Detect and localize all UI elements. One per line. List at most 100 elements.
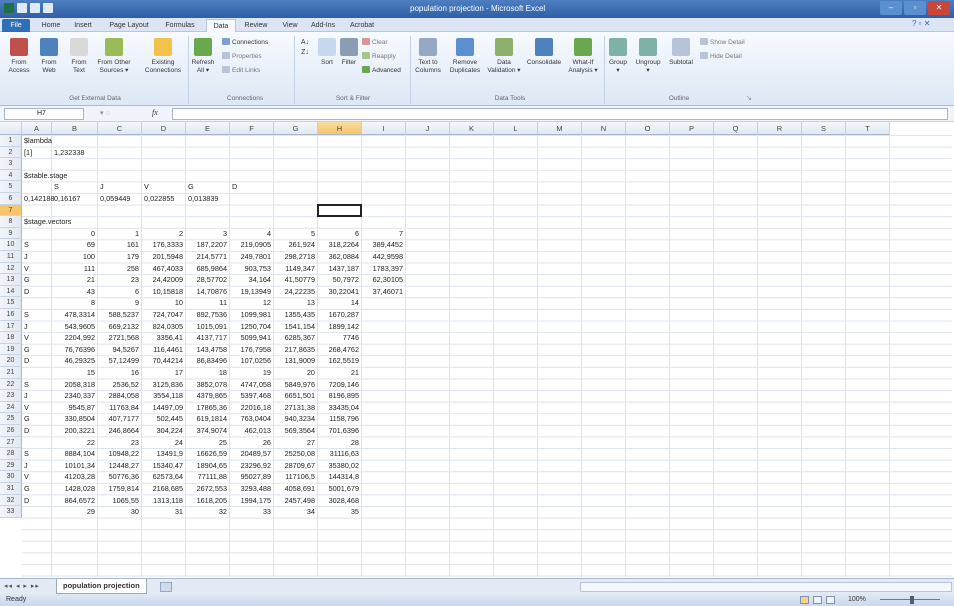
cell-b25[interactable]: 330,8504	[52, 413, 95, 425]
cell-d6[interactable]: 0,022855	[144, 193, 174, 205]
cell-e32[interactable]: 1618,205	[186, 495, 227, 507]
connections-button[interactable]: Connections	[222, 38, 268, 46]
cell-f15[interactable]: 12	[230, 297, 271, 309]
cell-e22[interactable]: 3852,078	[186, 379, 227, 391]
cell-b26[interactable]: 200,3221	[52, 425, 95, 437]
cell-i11[interactable]: 442,9598	[362, 251, 403, 263]
cell-c29[interactable]: 12448,27	[98, 460, 139, 472]
row-header-23[interactable]: 23	[0, 390, 22, 402]
cell-f29[interactable]: 23296,92	[230, 460, 271, 472]
cell-f26[interactable]: 462,013	[230, 425, 271, 437]
text-to-columns-button[interactable]: Text to Columns	[412, 38, 444, 75]
cell-a8[interactable]: $stage.vectors	[24, 216, 71, 228]
insert-function-icon[interactable]: fx	[152, 108, 158, 117]
cell-f10[interactable]: 219,0905	[230, 239, 271, 251]
cell-c19[interactable]: 94,5267	[98, 344, 139, 356]
cell-g18[interactable]: 6285,367	[274, 332, 315, 344]
cell-d25[interactable]: 502,445	[142, 413, 183, 425]
cell-h31[interactable]: 5001,679	[318, 483, 359, 495]
tab-view[interactable]: View	[276, 19, 304, 32]
group-button[interactable]: Group ▾	[606, 38, 630, 75]
cell-c28[interactable]: 10948,22	[98, 448, 139, 460]
cell-b22[interactable]: 2058,318	[52, 379, 95, 391]
cell-i13[interactable]: 62,30105	[362, 274, 403, 286]
row-header-21[interactable]: 21	[0, 367, 22, 379]
cell-b32[interactable]: 864,6572	[52, 495, 95, 507]
row-header-15[interactable]: 15	[0, 297, 22, 309]
cell-b28[interactable]: 8884,104	[52, 448, 95, 460]
column-header-m[interactable]: M	[538, 122, 582, 135]
cell-d21[interactable]: 17	[142, 367, 183, 379]
undo-icon[interactable]	[30, 3, 40, 13]
column-header-f[interactable]: F	[230, 122, 274, 135]
cell-d26[interactable]: 304,224	[142, 425, 183, 437]
cell-g26[interactable]: 569,3564	[274, 425, 315, 437]
cell-d29[interactable]: 15340,47	[142, 460, 183, 472]
cell-c14[interactable]: 6	[98, 286, 139, 298]
reapply-button[interactable]: Reapply	[362, 52, 396, 60]
cell-c32[interactable]: 1065,55	[98, 495, 139, 507]
data-validation-button[interactable]: Data Validation ▾	[484, 38, 524, 75]
tab-acrobat[interactable]: Acrobat	[344, 19, 380, 32]
row-header-12[interactable]: 12	[0, 262, 22, 275]
cell-h11[interactable]: 362,0884	[318, 251, 359, 263]
cell-c22[interactable]: 2536,52	[98, 379, 139, 391]
cell-f14[interactable]: 19,13949	[230, 286, 271, 298]
cell-f25[interactable]: 763,0404	[230, 413, 271, 425]
cell-g23[interactable]: 6651,501	[274, 390, 315, 402]
row-header-4[interactable]: 4	[0, 169, 22, 182]
row-header-32[interactable]: 32	[0, 494, 22, 507]
cell-a20[interactable]: D	[24, 355, 29, 367]
cell-h14[interactable]: 30,22041	[318, 286, 359, 298]
cell-g12[interactable]: 1149,347	[274, 263, 315, 275]
cell-f12[interactable]: 903,753	[230, 263, 271, 275]
cell-h28[interactable]: 31116,63	[318, 448, 359, 460]
cell-f23[interactable]: 5397,468	[230, 390, 271, 402]
cell-b29[interactable]: 10101,34	[52, 460, 95, 472]
row-header-10[interactable]: 10	[0, 239, 22, 251]
cell-b17[interactable]: 543,9605	[52, 321, 95, 333]
sort-az-button[interactable]: A↓ Z↓	[298, 38, 312, 58]
column-header-t[interactable]: T	[846, 122, 890, 135]
cell-f5[interactable]: D	[232, 181, 237, 193]
what-if-analysis-button[interactable]: What-If Analysis ▾	[566, 38, 600, 75]
cell-c17[interactable]: 669,2132	[98, 321, 139, 333]
cell-c27[interactable]: 23	[98, 437, 139, 449]
cell-f24[interactable]: 22016,18	[230, 402, 271, 414]
cell-e29[interactable]: 18904,65	[186, 460, 227, 472]
tab-file[interactable]: File	[2, 19, 30, 32]
cell-f31[interactable]: 3293,488	[230, 483, 271, 495]
cell-a6[interactable]: 0,142188	[24, 193, 54, 205]
cell-c31[interactable]: 1759,814	[98, 483, 139, 495]
cell-g27[interactable]: 27	[274, 437, 315, 449]
existing-connections-button[interactable]: Existing Connections	[140, 38, 186, 75]
column-header-b[interactable]: B	[52, 122, 98, 135]
row-header-3[interactable]: 3	[0, 158, 22, 170]
cell-b30[interactable]: 41203,28	[52, 471, 95, 483]
column-header-h[interactable]: H	[318, 122, 362, 135]
cell-h20[interactable]: 162,5519	[318, 355, 359, 367]
cell-g13[interactable]: 41,50779	[274, 274, 315, 286]
cell-f33[interactable]: 33	[230, 506, 271, 518]
tab-home[interactable]: Home	[36, 19, 66, 32]
advanced-button[interactable]: Advanced	[362, 66, 401, 74]
tab-add-ins[interactable]: Add-Ins	[306, 19, 340, 32]
cell-g19[interactable]: 217,8635	[274, 344, 315, 356]
cell-h12[interactable]: 1437,187	[318, 263, 359, 275]
row-header-5[interactable]: 5	[0, 181, 22, 193]
cell-i14[interactable]: 37,46071	[362, 286, 403, 298]
cell-c5[interactable]: J	[100, 181, 104, 193]
cell-c26[interactable]: 246,8664	[98, 425, 139, 437]
row-header-16[interactable]: 16	[0, 309, 22, 321]
filter-button[interactable]: Filter	[338, 38, 360, 67]
cell-a14[interactable]: D	[24, 286, 29, 298]
cell-c15[interactable]: 9	[98, 297, 139, 309]
zoom-slider-handle[interactable]	[910, 596, 914, 604]
cell-a25[interactable]: G	[24, 413, 30, 425]
tab-insert[interactable]: Insert	[68, 19, 98, 32]
cell-d13[interactable]: 24,42009	[142, 274, 183, 286]
select-all-corner[interactable]	[0, 122, 22, 135]
cell-b10[interactable]: 69	[52, 239, 95, 251]
save-icon[interactable]	[17, 3, 27, 13]
cell-a16[interactable]: S	[24, 309, 29, 321]
